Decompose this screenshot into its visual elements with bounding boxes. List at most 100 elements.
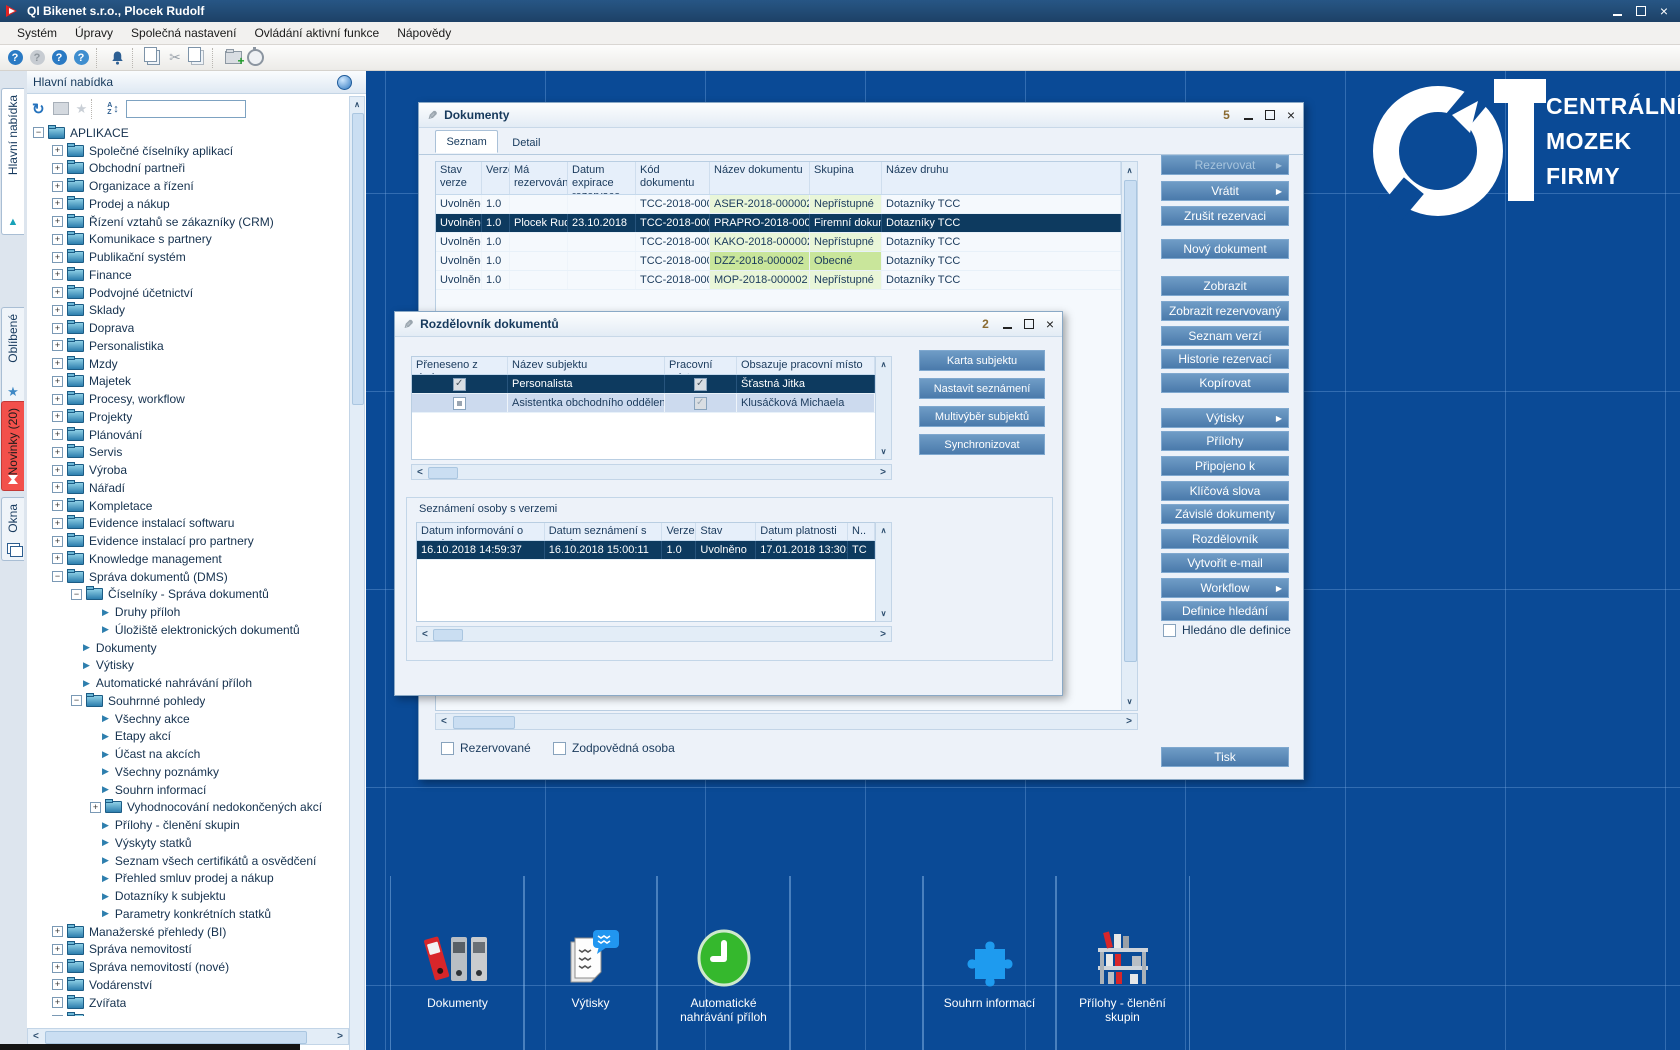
tree-expand-icon[interactable]: + [52, 340, 63, 352]
tree-item-mzdy[interactable]: + Mzdy [27, 355, 349, 373]
tree-item-dokumenty[interactable]: ▶ Dokumenty [27, 639, 349, 657]
tree-item-v-echny-akce[interactable]: ▶ Všechny akce [27, 710, 349, 728]
tree-item-v-roba[interactable]: + Výroba [27, 461, 349, 479]
desktop-icon-automaticke-nahravani[interactable]: Automatické nahrávání příloh [656, 876, 791, 1050]
filter-checkbox-zodpovedna-osoba[interactable]: Zodpovědná osoba [553, 741, 675, 755]
column-header-pracovn-m-sto[interactable]: Pracovní místo [665, 357, 737, 374]
document-row[interactable]: Uvolněno1.0Plocek Rudolf23.10.2018TCC-20… [436, 214, 1121, 233]
tree-item-souhrnn-pohledy[interactable]: − Souhrnné pohledy [27, 692, 349, 710]
scrollbar-thumb[interactable] [45, 1031, 307, 1044]
app-minimize-button[interactable] [1612, 6, 1622, 16]
tree-item-majetek[interactable]: + Majetek [27, 373, 349, 391]
tree-expand-icon[interactable]: + [52, 535, 63, 547]
scroll-right-icon[interactable]: > [337, 1029, 343, 1044]
tree-item-v-echny-pozn-mky[interactable]: ▶ Všechny poznámky [27, 763, 349, 781]
versions-vertical-scrollbar[interactable]: ∧ ∨ [875, 522, 892, 622]
scroll-down-icon[interactable]: ∨ [876, 447, 891, 456]
document-row[interactable]: Uvolněno1.0 TCC-2018-000001ASER-2018-0000… [436, 195, 1121, 214]
version-row[interactable]: 16.10.2018 14:59:37 16.10.2018 15:00:11 1.… [417, 541, 875, 560]
versions-horizontal-scrollbar[interactable]: < > [416, 626, 892, 642]
tree-expand-icon[interactable]: + [52, 553, 63, 565]
menu-search-input[interactable] [125, 99, 246, 118]
filter-checkbox-rezervovane[interactable]: Rezervované [441, 741, 531, 755]
column-header-stav-verze[interactable]: Stav verze [436, 162, 482, 194]
sort-az-icon[interactable]: AZ [107, 102, 112, 116]
tab-detail[interactable]: Detail [502, 132, 550, 153]
button-definice-hled-n[interactable]: Definice hledání [1161, 601, 1289, 621]
bell-icon[interactable] [107, 48, 127, 68]
tree-item-ast-na-akc-ch[interactable]: ▶ Účast na akcích [27, 745, 349, 763]
button-synchronizovat[interactable]: Synchronizovat [919, 434, 1045, 455]
column-header-m-rezervov-no[interactable]: Má rezervováno [510, 162, 568, 194]
column-header-n-zev-dokumentu[interactable]: Název dokumentu [710, 162, 810, 194]
tree-expand-icon[interactable]: − [71, 695, 82, 707]
column-header-datum-platnosti-od[interactable]: Datum platnosti od [756, 523, 849, 540]
tree-item-servis[interactable]: + Servis [27, 444, 349, 462]
button-tisk[interactable]: Tisk [1161, 747, 1289, 767]
button-z-visl-dokumenty[interactable]: Závislé dokumenty [1161, 504, 1289, 524]
menu-n-pov-dy[interactable]: Nápovědy [388, 23, 460, 43]
tree-item-vyhodnocov-n-nedokon-en-ch-akc[interactable]: + Vyhodnocování nedokončených akcí [27, 799, 349, 817]
tree-item-pl-nov-n[interactable]: + Plánování [27, 426, 349, 444]
tab-seznam[interactable]: Seznam [435, 130, 498, 153]
checkbox[interactable] [441, 741, 454, 755]
subjects-table-header[interactable]: Přeneseno z druhuNázev subjektuPracovní … [412, 357, 875, 375]
tree-item-kompletace[interactable]: + Kompletace [27, 497, 349, 515]
menu-syst-m[interactable]: Systém [8, 23, 66, 43]
window-maximize-button[interactable] [1023, 319, 1034, 329]
window-minimize-button[interactable] [1002, 319, 1012, 329]
tree-expand-icon[interactable]: + [52, 287, 63, 299]
tree-item-zv-ata[interactable]: + Zvířata [27, 994, 349, 1012]
window-close-button[interactable]: × [1287, 108, 1295, 122]
window-minimize-button[interactable] [1243, 110, 1253, 120]
column-header-stav-verze[interactable]: Stav verze [696, 523, 757, 540]
user-help-icon[interactable]: ? [71, 48, 91, 68]
tree-item-personalistika[interactable]: + Personalistika [27, 337, 349, 355]
button-kl-ov-slova[interactable]: Klíčová slova [1161, 481, 1289, 501]
scroll-up-icon[interactable]: ∧ [1122, 166, 1137, 175]
tree-item-dotazn-ky-k-subjektu[interactable]: ▶ Dotazníky k subjektu [27, 887, 349, 905]
tree-expand-icon[interactable]: + [52, 517, 63, 529]
add-agenda-folder-icon[interactable] [223, 48, 245, 68]
scroll-left-icon[interactable]: < [422, 627, 428, 641]
checkbox-indeterminate[interactable] [453, 396, 466, 410]
tree-vertical-scrollbar[interactable]: ∧ ∨ [349, 96, 365, 1050]
desktop-icon-prilohy-cleneni[interactable]: Přílohy - členění skupin [1055, 876, 1190, 1050]
copy-icon[interactable] [143, 47, 163, 68]
column-header-k-d-dokumentu[interactable]: Kód dokumentu [636, 162, 710, 194]
column-header-obsazuje-pracovn-m-sto[interactable]: Obsazuje pracovní místo [737, 357, 875, 374]
checkbox-checked[interactable] [694, 377, 707, 391]
tree-item-seln-ky-spr-va-dokument[interactable]: − Číselníky - Správa dokumentů [27, 586, 349, 604]
scrollbar-thumb[interactable] [428, 467, 458, 479]
tree-expand-icon[interactable]: + [52, 961, 63, 973]
tree-expand-icon[interactable]: + [52, 162, 63, 174]
scroll-down-icon[interactable]: ∨ [876, 609, 891, 618]
refresh-icon[interactable]: ↻ [32, 100, 45, 118]
scroll-right-icon[interactable]: > [880, 465, 886, 479]
tree-item-blank[interactable]: + [27, 1012, 349, 1016]
sidebar-tab-oblibene[interactable]: Oblíbené ★ [1, 307, 24, 407]
scroll-left-icon[interactable]: < [417, 465, 423, 479]
tree-item-finance[interactable]: + Finance [27, 266, 349, 284]
documents-vertical-scrollbar[interactable]: ∧ ∨ [1121, 161, 1138, 711]
button-vytvo-it-e-mail[interactable]: Vytvořit e-mail [1161, 553, 1289, 573]
column-header-n-zev-subjektu[interactable]: Název subjektu [508, 357, 665, 374]
tree-expand-icon[interactable]: − [52, 571, 63, 583]
tree-item-doprava[interactable]: + Doprava [27, 319, 349, 337]
column-header-p-eneseno-z-druhu[interactable]: Přeneseno z druhu [412, 357, 508, 374]
tree-expand-icon[interactable]: + [52, 198, 63, 210]
tree-item-spole-n-seln-ky-aplikac[interactable]: + Společné číselníky aplikací [27, 142, 349, 160]
scrollbar-thumb[interactable] [352, 113, 364, 405]
help-circle-icon[interactable]: ? [49, 48, 69, 68]
tree-item-publika-n-syst-m[interactable]: + Publikační systém [27, 248, 349, 266]
button-zobrazit[interactable]: Zobrazit [1161, 276, 1289, 296]
tree-item-procesy-workflow[interactable]: + Procesy, workflow [27, 390, 349, 408]
button-p-ipojeno-k[interactable]: Připojeno k [1161, 456, 1289, 476]
button-vr-tit[interactable]: Vrátit ▶ [1161, 181, 1289, 201]
tree-item-aplikace[interactable]: − APLIKACE [27, 124, 349, 142]
menu-ovl-d-n-aktivn-funkce[interactable]: Ovládání aktivní funkce [245, 23, 388, 43]
desktop-icon-souhrn-informaci[interactable]: Souhrn informací [922, 876, 1057, 1050]
scroll-down-icon[interactable]: ∨ [1122, 697, 1137, 706]
tree-item-spr-va-nemovitost[interactable]: + Správa nemovitostí [27, 941, 349, 959]
button-historie-rezervac[interactable]: Historie rezervací [1161, 349, 1289, 369]
